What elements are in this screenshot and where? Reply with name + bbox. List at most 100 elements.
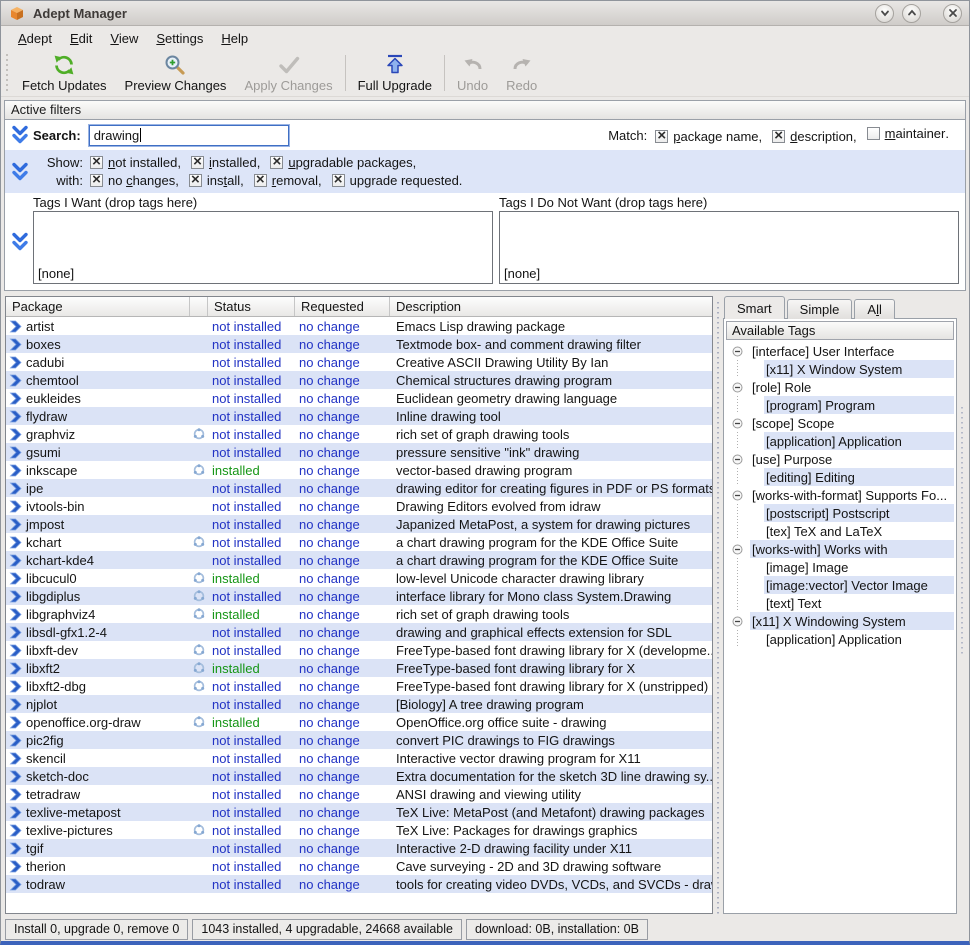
tree-expander[interactable] — [726, 450, 750, 468]
tag-row-image-vector-vector-image[interactable]: [image:vector] Vector Image — [726, 576, 954, 594]
tag-row-application-application[interactable]: [application] Application — [726, 432, 954, 450]
package-row-eukleides[interactable]: eukleidesnot installedno changeEuclidean… — [6, 389, 712, 407]
package-row-inkscape[interactable]: inkscape installedno changevector-based … — [6, 461, 712, 479]
panel-splitter[interactable] — [713, 296, 723, 914]
tag-row-tex-tex-and-latex[interactable]: [tex] TeX and LaTeX — [726, 522, 954, 540]
checked-checkbox[interactable] — [254, 174, 267, 187]
show-upgradable-packages-option[interactable]: upgradable packages, — [270, 155, 416, 170]
search-input[interactable]: drawing — [89, 125, 289, 146]
package-row-libgraphviz4[interactable]: libgraphviz4 installedno changerich set … — [6, 605, 712, 623]
tree-expander[interactable] — [726, 486, 750, 504]
minimize-button[interactable] — [875, 4, 894, 23]
package-row-njplot[interactable]: njplotnot installedno change[Biology] A … — [6, 695, 712, 713]
package-row-boxes[interactable]: boxesnot installedno changeTextmode box-… — [6, 335, 712, 353]
with-removal-option[interactable]: removal, — [254, 173, 322, 188]
unchecked-checkbox[interactable] — [867, 127, 880, 140]
package-row-todraw[interactable]: todrawnot installedno changetools for cr… — [6, 875, 712, 893]
package-row-artist[interactable]: artistnot installedno changeEmacs Lisp d… — [6, 317, 712, 335]
maximize-button[interactable] — [902, 4, 921, 23]
checked-checkbox[interactable] — [191, 156, 204, 169]
tag-row-use-purpose[interactable]: [use] Purpose — [726, 450, 954, 468]
with-upgrade-requested-option[interactable]: upgrade requested. — [332, 173, 463, 188]
package-row-gsumi[interactable]: gsuminot installedno changepressure sens… — [6, 443, 712, 461]
package-row-libsdl-gfx1-2-4[interactable]: libsdl-gfx1.2-4not installedno changedra… — [6, 623, 712, 641]
tag-row-editing-editing[interactable]: [editing] Editing — [726, 468, 954, 486]
tag-row-interface-user-interface[interactable]: [interface] User Interface — [726, 342, 954, 360]
package-row-openoffice-org-draw[interactable]: openoffice.org-draw installedno changeOp… — [6, 713, 712, 731]
package-row-pic2fig[interactable]: pic2fignot installedno changeconvert PIC… — [6, 731, 712, 749]
checked-checkbox[interactable] — [90, 156, 103, 169]
menu-view[interactable]: View — [101, 28, 147, 49]
tag-row-role-role[interactable]: [role] Role — [726, 378, 954, 396]
tree-expander[interactable] — [726, 414, 750, 432]
tag-row-works-with-format-supports-fo[interactable]: [works-with-format] Supports Fo... — [726, 486, 954, 504]
fetch-updates-button[interactable]: Fetch Updates — [13, 51, 116, 95]
match-package-name-option[interactable]: package name, — [655, 129, 762, 144]
package-row-tetradraw[interactable]: tetradrawnot installedno changeANSI draw… — [6, 785, 712, 803]
package-row-tgif[interactable]: tgifnot installedno changeInteractive 2-… — [6, 839, 712, 857]
menu-help[interactable]: Help — [212, 28, 257, 49]
package-row-libcucul0[interactable]: libcucul0 installedno changelow-level Un… — [6, 569, 712, 587]
toolbar-drag-handle[interactable] — [5, 54, 11, 92]
menu-adept[interactable]: Adept — [9, 28, 61, 49]
close-button[interactable] — [943, 4, 962, 23]
package-row-kchart[interactable]: kchart not installedno changea chart dra… — [6, 533, 712, 551]
menu-settings[interactable]: Settings — [147, 28, 212, 49]
package-row-ipe[interactable]: ipenot installedno changedrawing editor … — [6, 479, 712, 497]
tag-row-program-program[interactable]: [program] Program — [726, 396, 954, 414]
package-row-therion[interactable]: therionnot installedno changeCave survey… — [6, 857, 712, 875]
package-row-libxft-dev[interactable]: libxft-dev not installedno changeFreeTyp… — [6, 641, 712, 659]
tree-expander[interactable] — [726, 378, 750, 396]
checked-checkbox[interactable] — [90, 174, 103, 187]
checked-checkbox[interactable] — [189, 174, 202, 187]
package-row-jmpost[interactable]: jmpostnot installedno changeJapanized Me… — [6, 515, 712, 533]
filter-chevrons-icon[interactable] — [11, 162, 33, 182]
tag-row-image-image[interactable]: [image] Image — [726, 558, 954, 576]
checked-checkbox[interactable] — [772, 130, 785, 143]
column-header-requested[interactable]: Requested — [295, 297, 390, 316]
checked-checkbox[interactable] — [655, 130, 668, 143]
show-not-installed-option[interactable]: not installed, — [90, 155, 181, 170]
tree-expander[interactable] — [726, 612, 750, 630]
package-row-texlive-metapost[interactable]: texlive-metapostnot installedno changeTe… — [6, 803, 712, 821]
package-row-kchart-kde4[interactable]: kchart-kde4not installedno changea chart… — [6, 551, 712, 569]
full-upgrade-button[interactable]: Full Upgrade — [349, 51, 441, 95]
tag-row-text-text[interactable]: [text] Text — [726, 594, 954, 612]
tags-i-do-not-want-dropbox[interactable]: [none] — [499, 211, 959, 284]
tree-expander[interactable] — [726, 342, 750, 360]
package-row-texlive-pictures[interactable]: texlive-pictures not installedno changeT… — [6, 821, 712, 839]
column-header-badge[interactable] — [190, 297, 208, 316]
match-description-option[interactable]: description, — [772, 129, 857, 144]
preview-changes-button[interactable]: Preview Changes — [116, 51, 236, 95]
tag-row-works-with-works-with[interactable]: [works-with] Works with — [726, 540, 954, 558]
tag-row-x11-x-window-system[interactable]: [x11] X Window System — [726, 360, 954, 378]
package-row-chemtool[interactable]: chemtoolnot installedno changeChemical s… — [6, 371, 712, 389]
package-row-flydraw[interactable]: flydrawnot installedno changeInline draw… — [6, 407, 712, 425]
filter-chevrons-icon[interactable] — [11, 232, 33, 252]
tag-row-scope-scope[interactable]: [scope] Scope — [726, 414, 954, 432]
tab-smart[interactable]: Smart — [724, 296, 785, 319]
tab-all[interactable]: All — [854, 299, 894, 319]
package-row-libgdiplus[interactable]: libgdiplus not installedno changeinterfa… — [6, 587, 712, 605]
filter-chevrons-icon[interactable] — [11, 125, 33, 145]
package-row-skencil[interactable]: skencilnot installedno changeInteractive… — [6, 749, 712, 767]
tag-row-x11-x-windowing-system[interactable]: [x11] X Windowing System — [726, 612, 954, 630]
tags-i-want-dropbox[interactable]: [none] — [33, 211, 493, 284]
package-row-ivtools-bin[interactable]: ivtools-binnot installedno changeDrawing… — [6, 497, 712, 515]
menu-edit[interactable]: Edit — [61, 28, 101, 49]
checked-checkbox[interactable] — [332, 174, 345, 187]
package-row-graphviz[interactable]: graphviz not installedno changerich set … — [6, 425, 712, 443]
column-header-status[interactable]: Status — [208, 297, 295, 316]
package-row-cadubi[interactable]: cadubinot installedno changeCreative ASC… — [6, 353, 712, 371]
right-scrollbar[interactable] — [957, 296, 966, 914]
with-install-option[interactable]: install, — [189, 173, 244, 188]
checked-checkbox[interactable] — [270, 156, 283, 169]
tag-row-application-application[interactable]: [application] Application — [726, 630, 954, 648]
show-installed-option[interactable]: installed, — [191, 155, 260, 170]
tag-row-postscript-postscript[interactable]: [postscript] Postscript — [726, 504, 954, 522]
tree-expander[interactable] — [726, 540, 750, 558]
column-header-description[interactable]: Description — [390, 297, 712, 316]
match-maintainer-option[interactable]: maintainer. — [867, 126, 949, 141]
package-row-sketch-doc[interactable]: sketch-docnot installedno changeExtra do… — [6, 767, 712, 785]
with-no-changes-option[interactable]: no changes, — [90, 173, 179, 188]
